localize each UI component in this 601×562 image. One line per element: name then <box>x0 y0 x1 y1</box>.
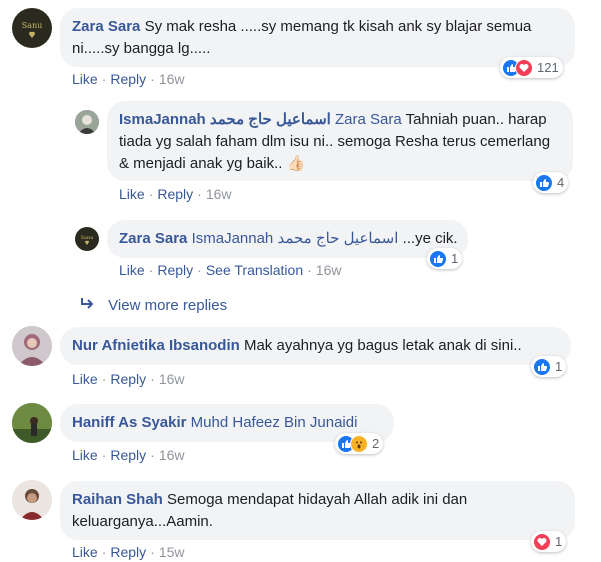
comment-actions: Like · Reply · 16w <box>72 71 185 87</box>
timestamp[interactable]: 16w <box>159 71 185 87</box>
mention-link[interactable]: Zara Sara <box>335 111 402 128</box>
reply-link[interactable]: Reply <box>110 447 146 463</box>
avatar-image <box>12 480 52 520</box>
like-link[interactable]: Like <box>72 371 98 387</box>
comment-author[interactable]: Zara Sara <box>72 18 140 35</box>
comment-actions: Like · Reply · 16w <box>72 371 185 387</box>
avatar[interactable] <box>12 403 52 443</box>
avatar[interactable]: Sanu <box>12 8 52 48</box>
reaction-count: 121 <box>537 60 559 75</box>
reaction-summary[interactable]: 1 <box>531 356 567 377</box>
see-translation-link[interactable]: See Translation <box>206 262 303 278</box>
reaction-count: 1 <box>451 251 459 266</box>
reply-link[interactable]: Reply <box>110 71 146 87</box>
mention-link[interactable]: Muhd Hafeez Bin Junaidi <box>191 414 358 431</box>
comment-bubble: Zara Sara Sy mak resha .....sy memang tk… <box>60 8 575 67</box>
like-icon <box>535 173 553 192</box>
svg-text:Sanu: Sanu <box>81 235 95 241</box>
like-link[interactable]: Like <box>72 544 98 560</box>
avatar[interactable] <box>75 110 99 134</box>
reaction-count: 1 <box>555 359 563 374</box>
like-icon <box>429 249 447 268</box>
timestamp[interactable]: 16w <box>316 262 342 278</box>
comment-text: Mak ayahnya yg bagus letak anak di sini.… <box>243 337 522 354</box>
comment-bubble: Zara Sara IsmaJannah اسماعيل حاج محمد ..… <box>107 220 468 258</box>
comment-author[interactable]: IsmaJannah اسماعيل حاج محمد <box>119 111 331 128</box>
svg-text:Sanu: Sanu <box>22 21 43 30</box>
comment-bubble: Raihan Shah Semoga mendapat hidayah Alla… <box>60 481 575 540</box>
avatar-image: Sanu <box>22 21 43 38</box>
timestamp[interactable]: 15w <box>159 544 185 560</box>
like-icon <box>533 357 551 376</box>
wow-icon <box>350 434 368 453</box>
comment-author[interactable]: Zara Sara <box>119 230 187 247</box>
reaction-count: 4 <box>557 175 565 190</box>
reaction-count: 2 <box>372 436 380 451</box>
comment-text: Sy mak resha .....sy memang tk kisah ank… <box>72 18 532 57</box>
comment-author[interactable]: Haniff As Syakir <box>72 414 187 431</box>
thumbs-up-emoji: 👍🏻 <box>286 155 306 172</box>
love-icon <box>533 532 551 551</box>
comment-actions: Like · Reply · 16w <box>119 186 232 202</box>
reaction-summary[interactable]: 1 <box>531 531 567 552</box>
reaction-summary[interactable]: 1 <box>427 248 463 269</box>
view-more-replies-link[interactable]: View more replies <box>80 297 227 314</box>
avatar[interactable]: Sanu <box>75 227 99 251</box>
reply-arrow-icon <box>80 297 104 314</box>
comment-author[interactable]: Raihan Shah <box>72 491 163 508</box>
avatar[interactable] <box>12 480 52 520</box>
comment-actions: Like · Reply · See Translation · 16w <box>119 262 342 278</box>
timestamp[interactable]: 16w <box>159 371 185 387</box>
comment-bubble: IsmaJannah اسماعيل حاج محمد Zara Sara Ta… <box>107 101 573 181</box>
comment-actions: Like · Reply · 15w <box>72 544 185 560</box>
mention-link[interactable]: IsmaJannah اسماعيل حاج محمد <box>192 230 399 247</box>
reply-link[interactable]: Reply <box>157 186 193 202</box>
reaction-summary[interactable]: 121 <box>500 57 563 78</box>
avatar-image <box>12 326 52 366</box>
view-more-replies-label: View more replies <box>108 297 228 314</box>
avatar-image <box>75 110 99 134</box>
reply-link[interactable]: Reply <box>157 262 193 278</box>
timestamp[interactable]: 16w <box>159 447 185 463</box>
comment-text: ...ye cik. <box>402 230 458 247</box>
comment-actions: Like · Reply · 16w <box>72 447 185 463</box>
comment-bubble: Nur Afnietika Ibsanodin Mak ayahnya yg b… <box>60 327 571 365</box>
like-link[interactable]: Like <box>72 447 98 463</box>
like-link[interactable]: Like <box>119 262 145 278</box>
comment-author[interactable]: Nur Afnietika Ibsanodin <box>72 337 240 354</box>
love-icon <box>515 58 533 77</box>
timestamp[interactable]: 16w <box>206 186 232 202</box>
avatar-image: Sanu <box>81 235 95 245</box>
avatar-image <box>12 403 52 443</box>
avatar[interactable] <box>12 326 52 366</box>
reaction-summary[interactable]: 4 <box>533 172 569 193</box>
reaction-summary[interactable]: 2 <box>335 433 384 454</box>
reaction-count: 1 <box>555 534 563 549</box>
like-link[interactable]: Like <box>72 71 98 87</box>
reply-link[interactable]: Reply <box>110 544 146 560</box>
like-link[interactable]: Like <box>119 186 145 202</box>
reply-link[interactable]: Reply <box>110 371 146 387</box>
